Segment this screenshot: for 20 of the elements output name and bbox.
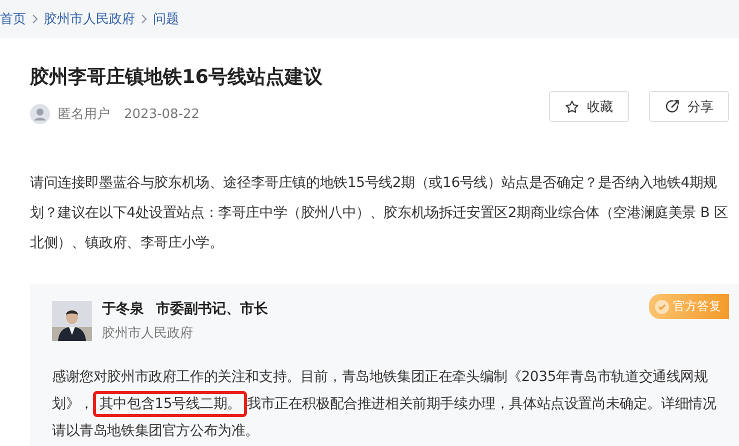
official-name: 于冬泉 (102, 300, 144, 318)
check-icon (655, 300, 669, 314)
breadcrumb-link[interactable]: 胶州市人民政府 (44, 10, 135, 28)
author-name: 匿名用户 (58, 106, 110, 123)
official-position: 市委副书记、市长 (156, 300, 268, 318)
question-title: 胶州李哥庄镇地铁16号线站点建议 (30, 65, 322, 90)
breadcrumb-link[interactable]: 首页 (0, 10, 26, 28)
avatar-icon (30, 104, 50, 124)
chevron-icon (141, 14, 147, 24)
share-icon (664, 99, 680, 114)
official-reply-badge: 官方答复 (649, 294, 729, 319)
share-button[interactable]: 分享 (649, 91, 729, 122)
department-name: 胶州市人民政府 (102, 325, 194, 342)
star-icon (565, 100, 579, 114)
chevron-icon (32, 14, 38, 24)
breadcrumb-link[interactable]: 问题 (153, 10, 179, 28)
post-date: 2023-08-22 (124, 106, 200, 122)
question-text: 请问连接即墨蓝谷与胶东机场、途径李哥庄镇的地铁15号线2期（或16号线）站点是否确定？是否纳入地铁4期规划？建议在以下4处设置站点：李哥庄中学（胶州八中）、胶东机场拆迁安置区2期商业综合体（空港澜庭美景 B 区北侧）、镇政府、李哥庄小学。 (30, 174, 729, 253)
reply-text: 感谢您对胶州市政府工作的关注和支持。目前，青岛地铁集团正在牵头编制《2035年青岛市轨道交通线网规划》， 其中包含15号线二期。 我市正在积极配合推进相关前期手续办理，具体站点设置尚未确定。详细情况请以青岛地铁集团官方公布为准。 (52, 368, 718, 441)
favorite-button[interactable]: 收藏 (549, 91, 629, 122)
